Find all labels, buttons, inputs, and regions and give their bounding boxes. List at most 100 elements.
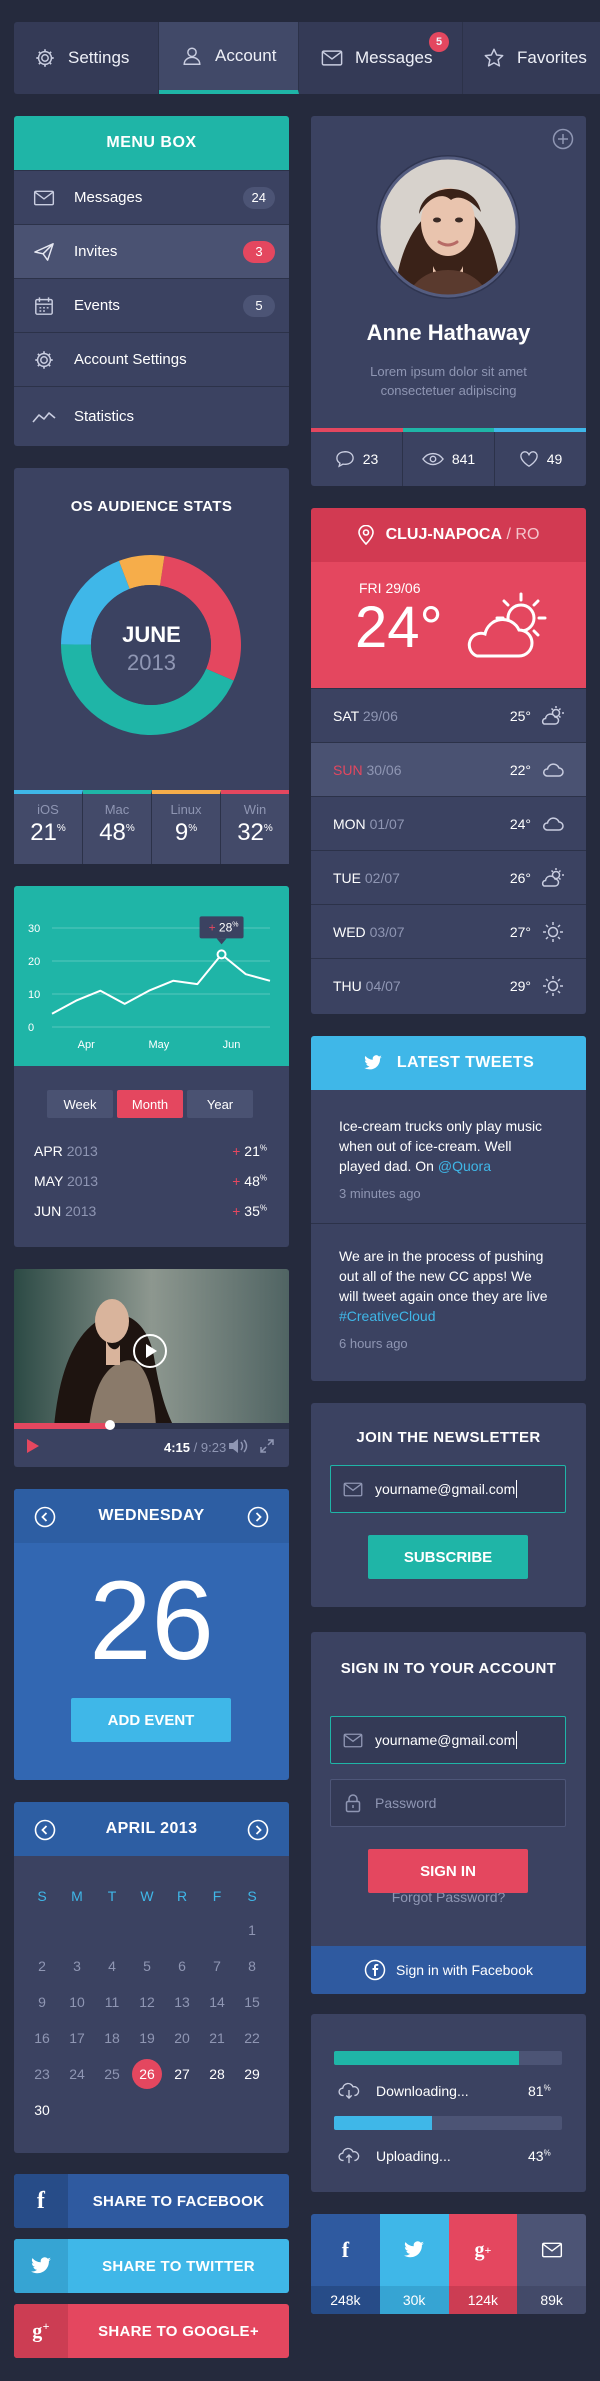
envelope-icon [517,2214,586,2286]
add-icon[interactable] [552,128,574,150]
menu-item-invites[interactable]: Invites 3 [14,224,289,278]
weekday-header: R [176,1888,188,1904]
share-googleplus-button[interactable]: g+ SHARE TO GOOGLE+ [14,2304,289,2358]
calendar-day[interactable]: 3 [60,1951,94,1981]
stat-row-date: JUN 2013 [34,1203,97,1219]
likes-stat[interactable]: 49 [495,432,586,486]
calendar-day[interactable]: 8 [235,1951,269,1981]
views-stat[interactable]: 841 [403,432,495,486]
calendar-day[interactable]: 16 [25,2023,59,2053]
calendar-day-selected[interactable]: 26 [132,2059,162,2089]
calendar-day[interactable]: 25 [95,2059,129,2089]
chevron-right-icon[interactable] [247,1506,269,1528]
menu-item-events[interactable]: Events 5 [14,278,289,332]
googleplus-icon: g+ [474,2238,492,2261]
calendar-day[interactable]: 13 [165,1987,199,2017]
signin-button[interactable]: SIGN IN [368,1849,528,1893]
tab-messages[interactable]: Messages 5 [299,22,463,94]
forecast-row[interactable]: THU 04/07 29° [311,958,586,1012]
comments-stat[interactable]: 23 [311,432,403,486]
menu-item-messages[interactable]: Messages 24 [14,170,289,224]
period-tab-year[interactable]: Year [187,1090,253,1118]
googleplus-counter[interactable]: g + 124k [448,2214,518,2314]
calendar-day[interactable]: 23 [25,2059,59,2089]
tweet-text: when out of ice-cream. Well [339,1138,512,1154]
subscribe-button[interactable]: SUBSCRIBE [368,1535,528,1579]
calendar-day[interactable]: 9 [25,1987,59,2017]
signin-email-field[interactable]: yourname@gmail.com [330,1716,566,1764]
add-event-button[interactable]: ADD EVENT [71,1698,231,1742]
calendar-day[interactable]: 10 [60,1987,94,2017]
count-badge: 24 [242,186,275,209]
calendar-day[interactable]: 30 [25,2095,59,2125]
play-overlay-icon[interactable] [132,1333,168,1369]
calendar-day[interactable]: 4 [95,1951,129,1981]
calendar-day[interactable]: 1 [235,1915,269,1945]
share-twitter-button[interactable]: SHARE TO TWITTER [14,2239,289,2293]
calendar-day[interactable]: 29 [235,2059,269,2089]
play-icon[interactable] [26,1438,40,1454]
calendar-day[interactable]: 2 [25,1951,59,1981]
calendar-day[interactable]: 11 [95,1987,129,2017]
profile-card: Anne Hathaway Lorem ipsum dolor sit amet… [311,116,586,486]
tab-favorites[interactable]: Favorites [463,22,600,94]
calendar-day[interactable]: 24 [60,2059,94,2089]
volume-icon[interactable] [228,1438,248,1454]
calendar-day[interactable]: 7 [200,1951,234,1981]
forecast-row[interactable]: SAT 29/06 25° [311,688,586,742]
highlight-point[interactable] [216,949,227,960]
os-stat-win: Win 32% [221,790,289,864]
tab-account[interactable]: Account [159,22,299,94]
forecast-row[interactable]: WED 03/07 27° [311,904,586,958]
calendar-day[interactable]: 22 [235,2023,269,2053]
calendar-day[interactable]: 5 [130,1951,164,1981]
tweet-text: played dad. On [339,1158,438,1174]
calendar-day[interactable]: 15 [235,1987,269,2017]
calendar-day[interactable]: 21 [200,2023,234,2053]
forecast-day: TUE 02/07 [333,869,400,886]
tab-label: Messages [355,48,433,67]
password-field[interactable]: Password [330,1779,566,1827]
calendar-day[interactable]: 12 [130,1987,164,2017]
tweet-link[interactable]: #CreativeCloud [339,1306,579,1326]
facebook-counter[interactable]: f 248k [311,2214,380,2314]
video-progress-track[interactable] [14,1423,289,1429]
forecast-row[interactable]: SUN 30/06 22° [311,742,586,796]
day-card: WEDNESDAY 26 ADD EVENT [14,1489,289,1780]
tab-settings[interactable]: Settings [14,22,159,94]
y-tick-label: 10 [28,989,40,1001]
calendar-day[interactable]: 17 [60,2023,94,2053]
calendar-day[interactable]: 14 [200,1987,234,2017]
fullscreen-icon[interactable] [260,1439,274,1453]
calendar-day[interactable]: 28 [200,2059,234,2089]
envelope-icon [343,1482,363,1496]
calendar-day[interactable]: 20 [165,2023,199,2053]
calendar-day[interactable]: 27 [165,2059,199,2089]
period-tab-month[interactable]: Month [117,1090,183,1118]
tweet-time: 3 minutes ago [339,1186,421,1201]
googleplus-icon: g+ [14,2304,68,2358]
forecast-temp: 25° [509,707,531,724]
calendar-day[interactable]: 6 [165,1951,199,1981]
period-tab-week[interactable]: Week [47,1090,113,1118]
calendar-day[interactable]: 19 [130,2023,164,2053]
newsletter-email-field[interactable]: yourname@gmail.com [330,1465,566,1513]
facebook-signin-button[interactable]: Sign in with Facebook [311,1946,586,1994]
os-label: iOS [37,802,59,817]
forecast-row[interactable]: MON 01/07 24° [311,796,586,850]
upload-value: 43 [528,2148,544,2164]
os-value: 21% [30,819,66,846]
heart-icon [519,451,538,467]
email-counter[interactable]: 89k [517,2214,586,2314]
share-facebook-button[interactable]: f SHARE TO FACEBOOK [14,2174,289,2228]
profile-bio-line1: Lorem ipsum dolor sit amet [370,364,527,379]
forecast-row[interactable]: TUE 02/07 26° [311,850,586,904]
twitter-counter[interactable]: 30k [379,2214,449,2314]
calendar-day[interactable]: 18 [95,2023,129,2053]
sun-icon [540,920,566,944]
tweet-link[interactable]: @Quora [438,1158,491,1174]
menu-item-account-settings[interactable]: Account Settings [14,332,289,386]
cloud-download-icon [338,2082,360,2099]
menu-item-statistics[interactable]: Statistics [14,386,289,446]
tweet-time: 6 hours ago [339,1336,408,1351]
